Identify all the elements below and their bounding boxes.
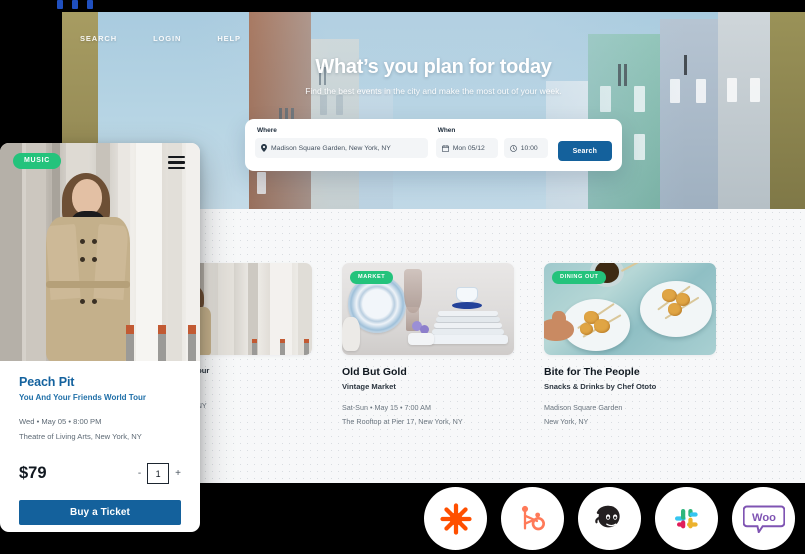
building-olive-right <box>718 12 770 209</box>
event-card-3-where: New York, NY <box>544 417 589 426</box>
time-input[interactable]: 10:00 <box>503 138 548 158</box>
event-card-2-where: The Rooftop at Pier 17, New York, NY <box>342 417 463 426</box>
event-card-3-badge: DINING OUT <box>552 271 607 284</box>
detail-card-subtitle: You And Your Friends World Tour <box>19 393 146 402</box>
zapier-logo[interactable] <box>424 487 487 550</box>
chrome-mark-2 <box>72 0 78 9</box>
event-card-2-badge: MARKET <box>350 271 394 284</box>
date-input[interactable]: Mon 05/12 <box>435 138 498 158</box>
search-button[interactable]: Search <box>557 141 612 161</box>
price-and-quantity-row: $79 - 1 + <box>19 463 181 484</box>
where-value: Madison Square Garden, New York, NY <box>271 144 391 152</box>
event-card-3-when: Madison Square Garden <box>544 403 623 412</box>
hubspot-logo[interactable] <box>501 487 564 550</box>
quantity-increment-button[interactable]: + <box>175 468 181 479</box>
event-search-panel: Where Madison Square Garden, New York, N… <box>245 119 622 171</box>
mailchimp-logo[interactable] <box>578 487 641 550</box>
chrome-mark-1 <box>57 0 63 9</box>
buy-ticket-button[interactable]: Buy a Ticket <box>19 500 181 525</box>
detail-card-badge: MUSIC <box>13 153 62 169</box>
event-card-2-title: Old But Gold <box>342 366 407 378</box>
search-where-group: Where Madison Square Garden, New York, N… <box>255 127 428 158</box>
hero-subtitle: Find the best events in the city and mak… <box>305 86 562 96</box>
event-card-2-subtitle: Vintage Market <box>342 382 396 391</box>
svg-text:Woo: Woo <box>752 511 776 523</box>
search-when-group: When Mon 05/12 10:00 <box>435 127 548 158</box>
nav-item-help[interactable]: HELP <box>217 34 241 43</box>
event-card-2-image: MARKET <box>342 263 514 355</box>
vintage-dishes-art: MARKET <box>342 263 514 355</box>
where-input[interactable]: Madison Square Garden, New York, NY <box>255 138 428 158</box>
nav-item-search[interactable]: SEARCH <box>80 34 117 43</box>
date-value: Mon 05/12 <box>452 144 485 152</box>
hero-copy: What’s you plan for today Find the best … <box>62 56 805 96</box>
event-card-3-image: DINING OUT <box>544 263 716 355</box>
hamburger-menu-icon[interactable] <box>168 156 185 169</box>
detail-card-title: Peach Pit <box>19 375 75 389</box>
where-label: Where <box>257 127 277 134</box>
screenshot-canvas: SEARCH LOGIN HELP What’s you plan for to… <box>0 0 805 554</box>
main-nav: SEARCH LOGIN HELP <box>80 34 241 43</box>
detail-card-where: Theatre of Living Arts, New York, NY <box>19 432 142 441</box>
ticket-price: $79 <box>19 464 47 482</box>
quantity-value[interactable]: 1 <box>147 463 170 484</box>
event-card-3-subtitle: Snacks & Drinks by Chef Ototo <box>544 382 657 391</box>
slack-logo[interactable] <box>655 487 718 550</box>
event-card-3-title: Bite for The People <box>544 366 640 378</box>
location-pin-icon <box>261 144 267 152</box>
food-skewers-art: DINING OUT <box>544 263 716 355</box>
detail-card-body: Peach Pit You And Your Friends World Tou… <box>0 361 200 525</box>
event-card-2-when: Sat-Sun • May 15 • 7:00 AM <box>342 403 431 412</box>
event-card-3[interactable]: DINING OUT Bite for The People Snacks & … <box>544 263 716 426</box>
building-grey-blue <box>660 19 718 209</box>
woocommerce-logo[interactable]: Woo <box>732 487 795 550</box>
building-brick-left <box>249 12 311 209</box>
quantity-stepper[interactable]: - 1 + <box>138 463 181 484</box>
calendar-icon <box>441 144 449 152</box>
building-mustard-edge <box>770 12 805 209</box>
quantity-decrement-button[interactable]: - <box>138 468 141 479</box>
nav-item-login[interactable]: LOGIN <box>153 34 181 43</box>
detail-card-when: Wed • May 05 • 8:00 PM <box>19 417 102 426</box>
detail-woman-columns-art <box>0 143 200 361</box>
event-detail-card[interactable]: MUSIC Peach Pit You And Your Friends Wor… <box>0 143 200 532</box>
when-label: When <box>437 127 456 134</box>
detail-card-image: MUSIC <box>0 143 200 361</box>
window-chrome-marks <box>57 0 93 9</box>
chrome-mark-3 <box>87 0 93 9</box>
time-value: 10:00 <box>520 144 538 152</box>
event-card-2[interactable]: MARKET Old But Gold Vintage Market Sat-S… <box>342 263 514 426</box>
hero-title: What’s you plan for today <box>315 56 552 78</box>
clock-icon <box>509 144 517 152</box>
